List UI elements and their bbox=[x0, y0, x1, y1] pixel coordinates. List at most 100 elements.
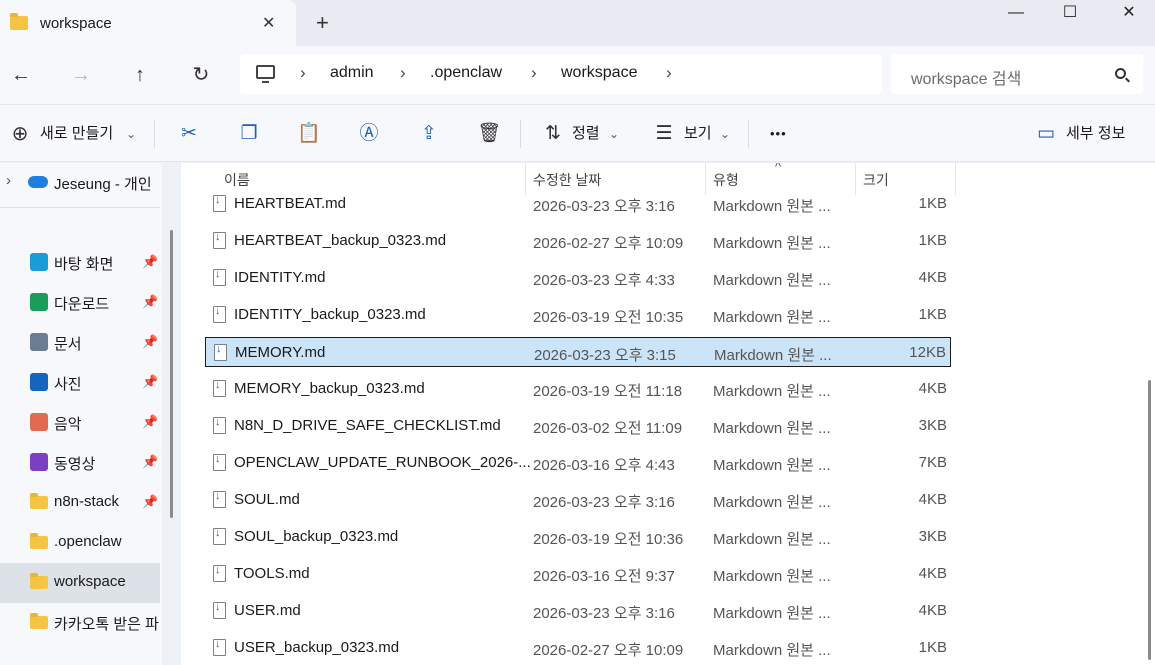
file-name: HEARTBEAT_backup_0323.md bbox=[234, 232, 447, 249]
minimize-button[interactable]: — bbox=[993, 0, 1039, 28]
markdown-file-icon bbox=[213, 305, 226, 323]
pin-icon[interactable]: 📌 bbox=[142, 254, 158, 270]
pin-icon[interactable]: 📌 bbox=[142, 334, 158, 350]
pin-icon[interactable]: 📌 bbox=[142, 374, 158, 390]
file-date: 2026-03-23 오후 3:15 bbox=[534, 347, 676, 364]
paste-icon[interactable]: 📋 bbox=[297, 123, 321, 147]
file-row[interactable]: IDENTITY_backup_0323.md 2026-03-19 오전 10:… bbox=[205, 300, 951, 330]
file-row[interactable]: USER.md 2026-03-23 오후 3:16 Markdown 원본 ...… bbox=[205, 596, 951, 626]
file-date: 2026-02-27 오후 10:09 bbox=[533, 642, 684, 659]
column-header-size[interactable]: 크기 bbox=[863, 170, 889, 190]
file-date: 2026-03-16 오전 9:37 bbox=[533, 568, 675, 585]
expand-icon[interactable]: › bbox=[6, 172, 11, 189]
cut-icon[interactable]: ✂ bbox=[177, 123, 201, 147]
file-row[interactable]: SOUL_backup_0323.md 2026-03-19 오전 10:36 Ma… bbox=[205, 522, 951, 552]
sidebar-item[interactable]: .openclaw bbox=[0, 523, 160, 563]
address-bar[interactable]: › admin › .openclaw › workspace › bbox=[240, 54, 882, 94]
file-date: 2026-03-02 오전 11:09 bbox=[533, 420, 683, 437]
close-window-button[interactable]: ✕ bbox=[1106, 0, 1152, 28]
search-icon[interactable] bbox=[1115, 68, 1126, 79]
chevron-right-icon[interactable]: › bbox=[300, 63, 306, 83]
sidebar-item-label: 카카오톡 받은 파 bbox=[54, 616, 159, 633]
file-row[interactable]: N8N_D_DRIVE_SAFE_CHECKLIST.md 2026-03-02 … bbox=[205, 411, 951, 441]
sidebar-item[interactable]: 동영상 📌 bbox=[0, 443, 160, 483]
share-icon[interactable]: ⇪ bbox=[417, 123, 441, 147]
pin-icon[interactable]: 📌 bbox=[142, 294, 158, 310]
file-row[interactable]: SOUL.md 2026-03-23 오후 3:16 Markdown 원본 ...… bbox=[205, 485, 951, 515]
delete-icon[interactable]: 🗑 bbox=[477, 123, 501, 147]
breadcrumb-admin[interactable]: admin bbox=[330, 64, 374, 82]
chevron-right-icon[interactable]: › bbox=[400, 63, 406, 83]
chevron-right-icon[interactable]: › bbox=[531, 63, 537, 83]
breadcrumb-openclaw[interactable]: .openclaw bbox=[430, 64, 502, 82]
column-header-name[interactable]: 이름 bbox=[224, 170, 250, 190]
file-row[interactable]: HEARTBEAT_backup_0323.md 2026-02-27 오후 10… bbox=[205, 226, 951, 256]
new-button[interactable]: 새로 만들기 bbox=[40, 122, 113, 146]
sidebar-item[interactable]: 바탕 화면 📌 bbox=[0, 243, 160, 283]
divider bbox=[748, 120, 749, 148]
view-icon[interactable]: ☰ bbox=[652, 123, 676, 147]
maximize-button[interactable]: ☐ bbox=[1047, 0, 1093, 28]
pin-icon[interactable]: 📌 bbox=[142, 454, 158, 470]
chevron-down-icon[interactable]: ⌄ bbox=[609, 122, 619, 146]
details-pane-icon[interactable]: ▭ bbox=[1034, 123, 1058, 147]
chevron-right-icon[interactable]: › bbox=[666, 63, 672, 83]
more-options-button[interactable]: ••• bbox=[770, 122, 787, 146]
tab-workspace[interactable]: workspace ✕ bbox=[0, 0, 296, 46]
file-row[interactable]: MEMORY_backup_0323.md 2026-03-19 오전 11:18… bbox=[205, 374, 951, 404]
file-name: USER.md bbox=[234, 602, 301, 619]
file-list: ^ 이름 수정한 날짜 유형 크기 HEARTBEAT.md 2026-03-23… bbox=[181, 163, 1155, 665]
close-tab-icon[interactable]: ✕ bbox=[262, 13, 275, 33]
sidebar-item[interactable]: 다운로드 📌 bbox=[0, 283, 160, 323]
title-bar: workspace ✕ + — ☐ ✕ bbox=[0, 0, 1155, 46]
markdown-file-icon bbox=[213, 527, 226, 545]
rename-icon[interactable]: Ⓐ bbox=[357, 123, 381, 147]
file-type: Markdown 원본 ... bbox=[713, 531, 831, 548]
details-button[interactable]: 세부 정보 bbox=[1066, 122, 1125, 146]
new-tab-button[interactable]: + bbox=[316, 10, 329, 36]
sidebar-item-label: n8n-stack bbox=[54, 493, 120, 510]
file-list-scrollbar[interactable] bbox=[1148, 380, 1151, 660]
back-button[interactable]: ← bbox=[6, 61, 36, 91]
chevron-down-icon[interactable]: ⌄ bbox=[126, 122, 136, 146]
file-row[interactable]: HEARTBEAT.md 2026-03-23 오후 3:16 Markdown 원… bbox=[205, 189, 951, 219]
file-type: Markdown 원본 ... bbox=[713, 420, 831, 437]
forward-button[interactable]: → bbox=[66, 61, 96, 91]
file-name: TOOLS.md bbox=[234, 565, 310, 582]
column-header-type[interactable]: 유형 bbox=[713, 170, 739, 190]
file-size: 4KB bbox=[918, 491, 947, 508]
file-name: SOUL_backup_0323.md bbox=[234, 528, 399, 545]
file-row[interactable]: TOOLS.md 2026-03-16 오전 9:37 Markdown 원본 ..… bbox=[205, 559, 951, 589]
up-button[interactable]: ↑ bbox=[125, 61, 155, 91]
sidebar-item[interactable]: n8n-stack 📌 bbox=[0, 483, 160, 523]
pin-icon[interactable]: 📌 bbox=[142, 414, 158, 430]
file-row[interactable]: IDENTITY.md 2026-03-23 오후 4:33 Markdown 원본… bbox=[205, 263, 951, 293]
sort-icon[interactable]: ⇅ bbox=[541, 123, 565, 147]
sidebar-item[interactable]: workspace bbox=[0, 563, 160, 603]
column-header-date[interactable]: 수정한 날짜 bbox=[533, 170, 601, 190]
refresh-button[interactable]: ↻ bbox=[186, 61, 216, 91]
sidebar-item[interactable]: 문서 📌 bbox=[0, 323, 160, 363]
add-circle-icon[interactable]: ⊕ bbox=[8, 123, 32, 147]
column-divider[interactable] bbox=[955, 163, 956, 195]
folder-icon bbox=[30, 613, 48, 629]
chevron-down-icon[interactable]: ⌄ bbox=[720, 122, 730, 146]
file-row[interactable]: OPENCLAW_UPDATE_RUNBOOK_2026-...2026-03-… bbox=[205, 448, 951, 478]
sort-button[interactable]: 정렬 bbox=[572, 122, 600, 146]
sidebar-item[interactable]: 카카오톡 받은 파 bbox=[0, 603, 160, 643]
file-size: 4KB bbox=[918, 269, 947, 286]
sidebar-item[interactable]: 사진 📌 bbox=[0, 363, 160, 403]
search-box[interactable]: workspace 검색 bbox=[891, 54, 1143, 94]
file-row[interactable]: USER_backup_0323.md 2026-02-27 오후 10:09 Ma… bbox=[205, 633, 951, 663]
breadcrumb-workspace[interactable]: workspace bbox=[561, 64, 637, 82]
file-row[interactable]: MEMORY.md 2026-03-23 오후 3:15 Markdown 원본 .… bbox=[205, 337, 951, 367]
pin-icon[interactable]: 📌 bbox=[142, 494, 158, 510]
copy-icon[interactable]: ❐ bbox=[237, 123, 261, 147]
markdown-file-icon bbox=[213, 453, 226, 471]
view-button[interactable]: 보기 bbox=[684, 122, 712, 146]
sidebar-scrollbar-thumb[interactable] bbox=[170, 230, 173, 518]
file-date: 2026-02-27 오후 10:09 bbox=[533, 235, 684, 252]
sidebar-item[interactable]: 음악 📌 bbox=[0, 403, 160, 443]
sidebar-item-onedrive[interactable]: › Jeseung - 개인 bbox=[0, 163, 160, 203]
file-date: 2026-03-23 오후 4:33 bbox=[533, 272, 675, 289]
